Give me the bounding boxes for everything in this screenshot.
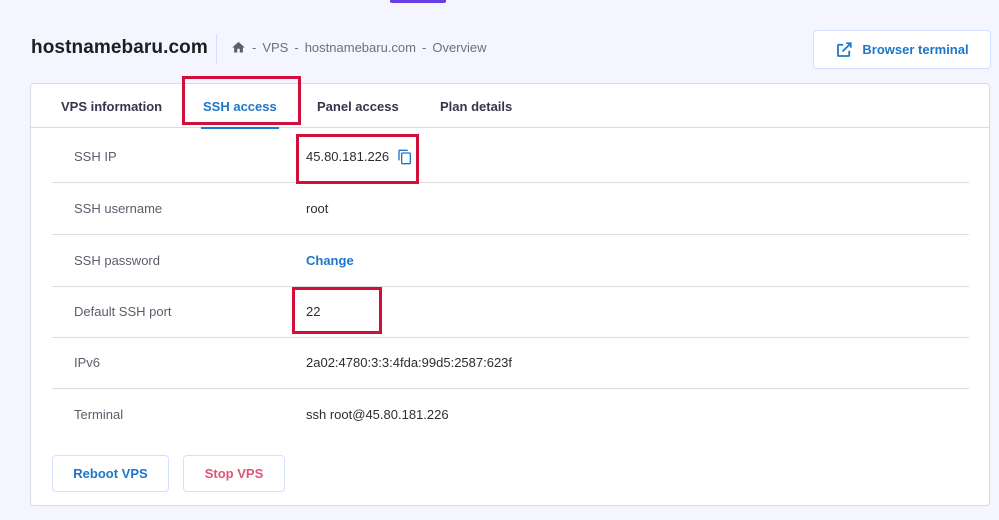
external-link-icon [835,41,853,59]
row-label: SSH IP [74,149,117,164]
row-label: Terminal [74,406,124,422]
row-ssh-username: SSH username root [52,183,969,235]
home-icon[interactable] [231,40,246,55]
breadcrumb: - VPS - hostnamebaru.com - Overview [231,40,487,55]
browser-terminal-button[interactable]: Browser terminal [813,30,991,69]
breadcrumb-item-vps[interactable]: VPS [262,40,288,55]
change-password-link[interactable]: Change [306,235,354,286]
reboot-vps-button[interactable]: Reboot VPS [52,455,169,492]
page-title: hostnamebaru.com [31,37,208,58]
row-value-ssh-ip: 45.80.181.226 [306,131,413,182]
row-label: Default SSH port [74,304,172,319]
row-ssh-ip: SSH IP 45.80.181.226 [52,131,969,183]
row-ipv6: IPv6 2a02:4780:3:3:4fda:99d5:2587:623f [52,337,969,389]
breadcrumb-separator: - [294,40,299,55]
row-default-ssh-port: Default SSH port 22 [52,286,969,338]
tab-ssh-access[interactable]: SSH access [201,84,279,129]
stop-vps-button[interactable]: Stop VPS [183,455,285,492]
breadcrumb-item-overview: Overview [432,40,487,55]
tab-vps-information[interactable]: VPS information [61,84,162,128]
page-header: hostnamebaru.com - VPS - hostnamebaru.co… [0,0,999,84]
row-label: IPv6 [74,355,101,370]
row-value-ipv6: 2a02:4780:3:3:4fda:99d5:2587:623f [306,355,513,370]
tab-panel-access[interactable]: Panel access [317,84,399,128]
row-terminal: Terminal ssh root@45.80.181.226 [52,388,969,440]
browser-terminal-label: Browser terminal [862,42,969,57]
row-value-ssh-username: root [306,201,329,216]
row-value-terminal: ssh root@45.80.181.226 [306,406,449,422]
row-ssh-password: SSH password Change [52,235,969,287]
tab-bar: VPS information SSH access Panel access … [31,84,989,129]
header-divider [216,34,217,64]
tab-plan-details[interactable]: Plan details [440,84,512,128]
ssh-ip-text: 45.80.181.226 [306,149,390,164]
vps-details-card: VPS information SSH access Panel access … [30,83,990,506]
row-value-ssh-port: 22 [306,304,321,319]
row-label: SSH username [74,201,163,216]
row-label: SSH password [74,253,160,268]
breadcrumb-separator: - [421,40,427,55]
breadcrumb-item-hostname[interactable]: hostnamebaru.com [305,40,416,55]
breadcrumb-separator: - [252,40,257,55]
copy-icon[interactable] [397,149,413,165]
